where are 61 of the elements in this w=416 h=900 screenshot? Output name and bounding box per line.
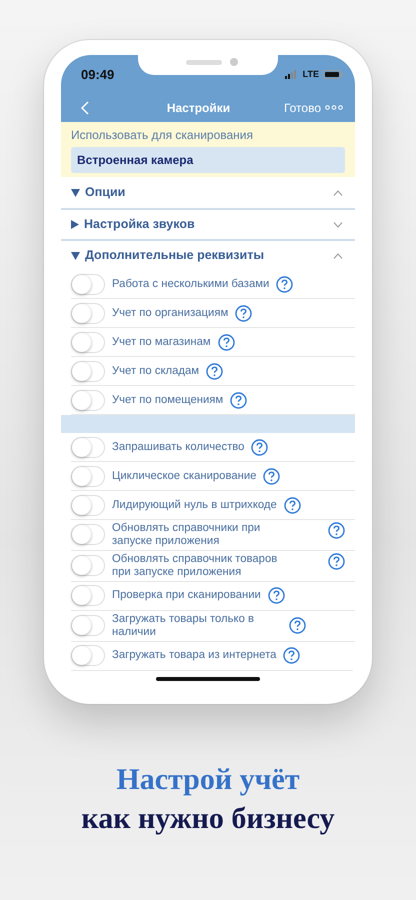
help-icon[interactable] bbox=[328, 522, 345, 539]
section-header[interactable]: Дополнительные реквизиты bbox=[61, 239, 355, 270]
setting-label: Загружать товары только в наличии bbox=[112, 612, 256, 639]
scanner-select[interactable]: Встроенная камера bbox=[71, 147, 345, 173]
headline: как нужно бизнесу bbox=[80, 801, 336, 837]
toggle-switch[interactable] bbox=[71, 585, 105, 606]
setting-label: Работа с несколькими базами bbox=[112, 278, 270, 290]
help-icon[interactable] bbox=[251, 438, 268, 456]
section-title: Опции bbox=[85, 184, 126, 202]
help-icon[interactable] bbox=[328, 552, 345, 570]
toggle-switch[interactable] bbox=[71, 615, 105, 636]
setting-label: Учет по помещениям bbox=[112, 394, 224, 406]
network-label: LTE bbox=[302, 68, 319, 81]
scanner-label: Использовать для сканирования bbox=[71, 127, 254, 144]
help-icon[interactable] bbox=[283, 647, 300, 664]
help-icon[interactable] bbox=[276, 276, 294, 292]
toggle-switch[interactable] bbox=[71, 390, 105, 410]
toggle-switch[interactable] bbox=[71, 436, 105, 458]
section-title: Настройка звуков bbox=[84, 216, 196, 234]
setting-label: Обновлять справочник товаров при запуске приложения bbox=[112, 552, 278, 579]
camera-dot bbox=[230, 58, 238, 66]
help-icon[interactable] bbox=[289, 617, 306, 634]
toggle-switch[interactable] bbox=[71, 274, 105, 294]
section-header[interactable]: Настройка звуков bbox=[61, 208, 355, 239]
speaker-grille bbox=[186, 60, 222, 65]
section-header[interactable]: Опции bbox=[61, 177, 355, 208]
help-icon[interactable] bbox=[268, 587, 285, 604]
setting-label: Проверка при сканировании bbox=[112, 589, 261, 602]
setting-label: Учет по складам bbox=[112, 364, 200, 378]
setting-label: Обновлять справочники при запуске приложения bbox=[112, 522, 262, 548]
help-icon[interactable] bbox=[218, 334, 235, 350]
setting-label: Циклическое сканирование bbox=[112, 470, 256, 482]
toggle-switch[interactable] bbox=[71, 494, 105, 516]
setting-label: Учет по магазинам bbox=[112, 336, 211, 348]
more-icon[interactable] bbox=[325, 105, 343, 110]
screen-title: Настройки bbox=[166, 100, 230, 116]
battery-icon bbox=[323, 70, 343, 80]
toggle-switch[interactable] bbox=[71, 360, 105, 382]
setting-label: Учет по организациям bbox=[112, 306, 228, 320]
back-icon[interactable] bbox=[81, 100, 89, 114]
chevron-up-icon bbox=[333, 190, 343, 196]
toggle-switch[interactable] bbox=[71, 302, 105, 324]
toggle-switch[interactable] bbox=[71, 524, 105, 546]
setting-label: Лидирующий нуль в штрихкоде bbox=[112, 498, 277, 512]
help-icon[interactable] bbox=[284, 496, 301, 514]
toggle-switch[interactable] bbox=[71, 555, 105, 576]
signal-icon bbox=[284, 70, 299, 80]
chevron-down-icon bbox=[333, 222, 343, 228]
chevron-up-icon bbox=[333, 252, 343, 258]
toggle-switch[interactable] bbox=[71, 466, 105, 486]
section-title: Дополнительные реквизиты bbox=[85, 247, 265, 264]
toggle-switch[interactable] bbox=[71, 332, 105, 352]
help-icon[interactable] bbox=[206, 362, 224, 380]
status-time: 09:49 bbox=[81, 66, 114, 84]
setting-label: Загружать товара из интернета bbox=[112, 649, 276, 662]
help-icon[interactable] bbox=[235, 304, 252, 322]
help-icon[interactable] bbox=[230, 392, 248, 408]
headline: Настрой учёт bbox=[115, 762, 301, 798]
setting-label: Запрашивать количество bbox=[112, 440, 244, 454]
toggle-switch[interactable] bbox=[71, 645, 105, 666]
help-icon[interactable] bbox=[263, 468, 280, 484]
